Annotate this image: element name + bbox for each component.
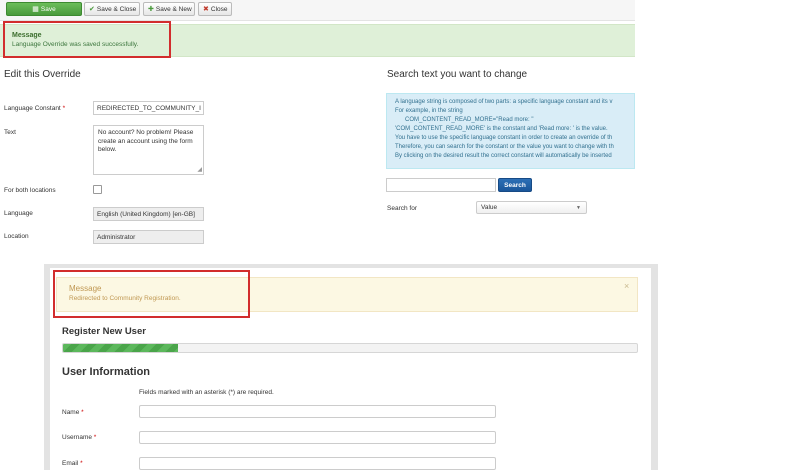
registration-progress-bar: [62, 343, 638, 353]
save-button[interactable]: ▦ Save: [6, 2, 82, 16]
search-button[interactable]: Search: [498, 178, 532, 192]
required-star: *: [81, 409, 84, 416]
language-label: Language: [4, 210, 33, 217]
search-for-label: Search for: [387, 205, 417, 212]
username-input[interactable]: [139, 431, 496, 444]
text-label: Text: [4, 129, 16, 136]
email-label: Email *: [62, 460, 83, 467]
plus-icon: ✚: [148, 6, 154, 13]
search-info-box: A language string is composed of two par…: [386, 93, 635, 169]
save-close-button[interactable]: ✔ Save & Close: [84, 2, 140, 16]
both-locations-checkbox[interactable]: [93, 185, 102, 194]
location-readonly-field: Administrator: [93, 230, 204, 244]
required-star: *: [62, 105, 66, 112]
user-information-title: User Information: [62, 366, 151, 378]
save-new-button[interactable]: ✚ Save & New: [143, 2, 195, 16]
register-title: Register New User: [62, 326, 146, 337]
resize-handle-icon[interactable]: ◢: [197, 166, 202, 175]
info-line: Therefore, you can search for the consta…: [395, 144, 614, 150]
required-star: *: [93, 434, 97, 441]
search-input[interactable]: [386, 178, 496, 192]
location-label: Location: [4, 233, 29, 240]
email-input[interactable]: [139, 457, 496, 470]
search-text-title: Search text you want to change: [387, 69, 528, 80]
both-locations-label: For both locations: [4, 187, 56, 194]
language-constant-label: Language Constant *: [4, 105, 66, 112]
edit-override-title: Edit this Override: [4, 69, 81, 80]
save-icon: ▦: [32, 6, 39, 13]
language-constant-input[interactable]: REDIRECTED_TO_COMMUNITY_I: [93, 101, 204, 115]
info-line: 'COM_CONTENT_READ_MORE' is the constant …: [395, 126, 608, 132]
highlight-box-success: [3, 21, 171, 58]
close-icon: ✖: [203, 6, 209, 13]
username-label: Username *: [62, 434, 97, 441]
info-line: You have to use the specific language co…: [395, 135, 613, 141]
highlight-box-redirect: [53, 270, 250, 318]
info-line: By clicking on the desired result the co…: [395, 153, 612, 159]
name-input[interactable]: [139, 405, 496, 418]
progress-fill: [63, 344, 178, 352]
name-label: Name *: [62, 409, 84, 416]
info-line: COM_CONTENT_READ_MORE="Read more: ": [405, 117, 534, 123]
check-icon: ✔: [89, 6, 95, 13]
language-readonly-field: English (United Kingdom) [en-GB]: [93, 207, 204, 221]
required-note: Fields marked with an asterisk (*) are r…: [139, 389, 274, 396]
close-icon[interactable]: ×: [624, 281, 629, 291]
info-line: For example, in the string: [395, 108, 463, 114]
text-textarea[interactable]: No account? No problem! Please create an…: [93, 125, 204, 175]
info-line: A language string is composed of two par…: [395, 99, 613, 105]
search-for-select[interactable]: Value ▼: [476, 201, 587, 214]
required-star: *: [80, 460, 83, 467]
close-button[interactable]: ✖ Close: [198, 2, 232, 16]
toolbar: ▦ Save ✔ Save & Close ✚ Save & New ✖ Close: [0, 0, 635, 21]
caret-down-icon: ▼: [576, 205, 581, 211]
